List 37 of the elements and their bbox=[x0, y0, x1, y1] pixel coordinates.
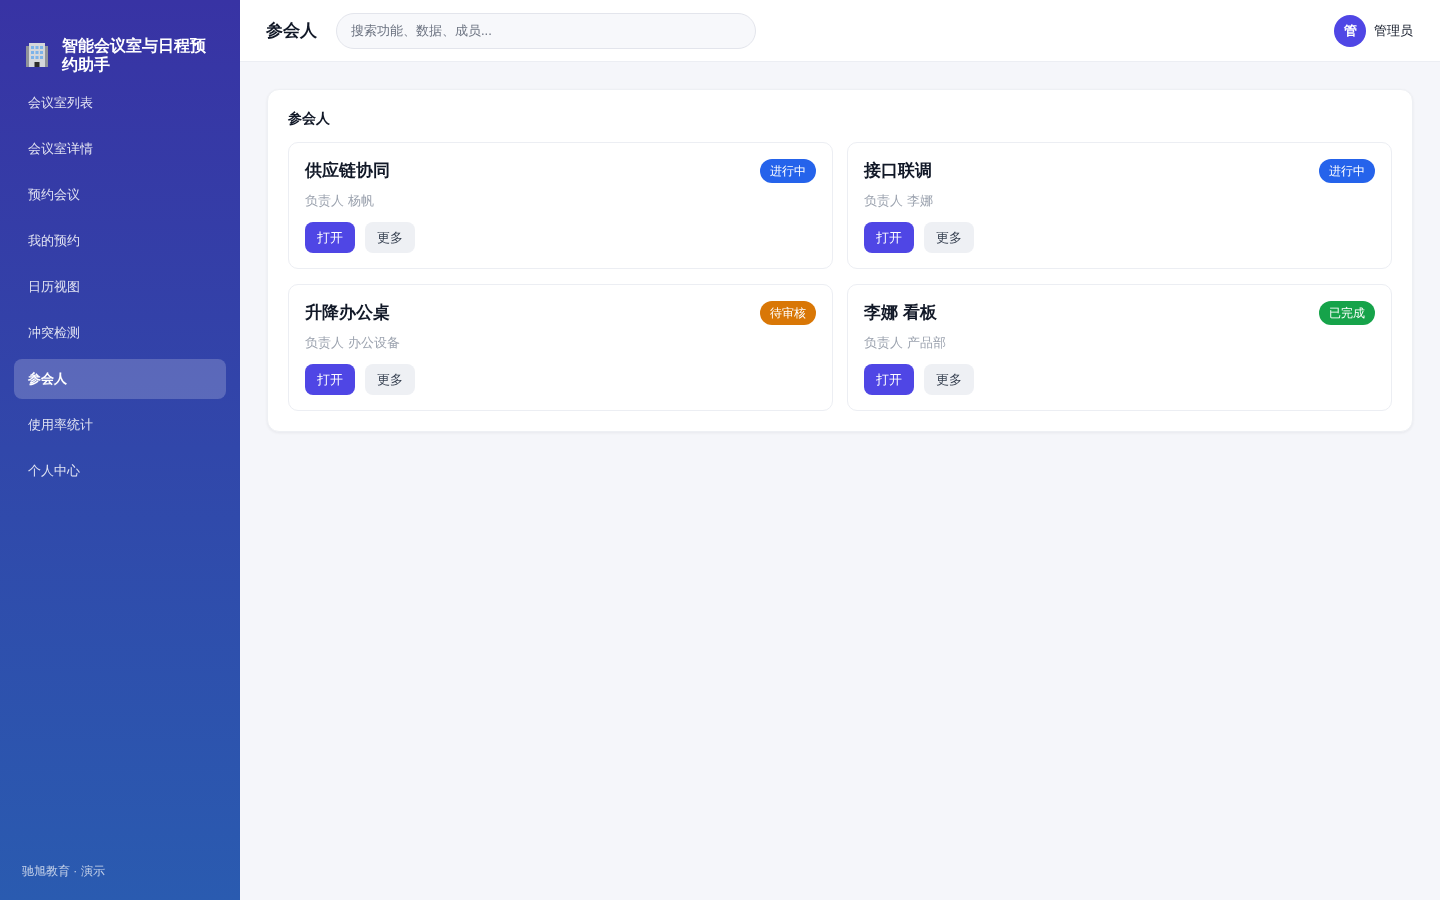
more-button[interactable]: 更多 bbox=[365, 364, 415, 395]
panel-title: 参会人 bbox=[288, 109, 331, 127]
footer-text: 驰旭教育 · 演示 bbox=[22, 863, 106, 879]
open-button[interactable]: 打开 bbox=[305, 364, 355, 395]
nav-item[interactable]: 日历视图 bbox=[14, 267, 226, 307]
more-button[interactable]: 更多 bbox=[924, 364, 974, 395]
status-badge: 进行中 bbox=[1319, 159, 1375, 183]
search-field[interactable]: 搜索功能、数据、成员... bbox=[336, 12, 756, 49]
card-title: 接口联调 bbox=[864, 160, 932, 182]
nav-item[interactable]: 使用率统计 bbox=[14, 405, 226, 445]
owner-text: 负责人 杨帆 bbox=[305, 192, 375, 210]
nav-item[interactable]: 预约会议 bbox=[14, 175, 226, 215]
owner-text: 负责人 产品部 bbox=[864, 334, 947, 352]
open-button[interactable]: 打开 bbox=[864, 222, 914, 253]
card-title: 供应链协同 bbox=[305, 160, 390, 182]
more-button[interactable]: 更多 bbox=[365, 222, 415, 253]
page-title: 参会人 bbox=[266, 20, 317, 42]
user-name: 管理员 bbox=[1374, 21, 1413, 40]
status-badge: 进行中 bbox=[760, 159, 816, 183]
nav-item[interactable]: 个人中心 bbox=[14, 451, 226, 491]
status-badge: 已完成 bbox=[1319, 301, 1375, 325]
status-badge: 待审核 bbox=[760, 301, 816, 325]
user-avatar[interactable]: 管 bbox=[1334, 14, 1366, 47]
owner-text: 负责人 办公设备 bbox=[305, 334, 401, 352]
owner-text: 负责人 李娜 bbox=[864, 192, 934, 210]
app-title: 智能会议室与日程预约助手 bbox=[62, 35, 207, 74]
nav-item[interactable]: 我的预约 bbox=[14, 221, 226, 261]
card-title: 李娜 看板 bbox=[864, 302, 937, 324]
nav-item[interactable]: 参会人 bbox=[14, 359, 226, 399]
nav-item[interactable]: 冲突检测 bbox=[14, 313, 226, 353]
nav-item[interactable]: 会议室详情 bbox=[14, 129, 226, 169]
nav-item[interactable]: 会议室列表 bbox=[14, 83, 226, 123]
open-button[interactable]: 打开 bbox=[864, 364, 914, 395]
card-title: 升降办公桌 bbox=[305, 302, 390, 324]
more-button[interactable]: 更多 bbox=[924, 222, 974, 253]
office-building-icon bbox=[26, 42, 48, 67]
open-button[interactable]: 打开 bbox=[305, 222, 355, 253]
